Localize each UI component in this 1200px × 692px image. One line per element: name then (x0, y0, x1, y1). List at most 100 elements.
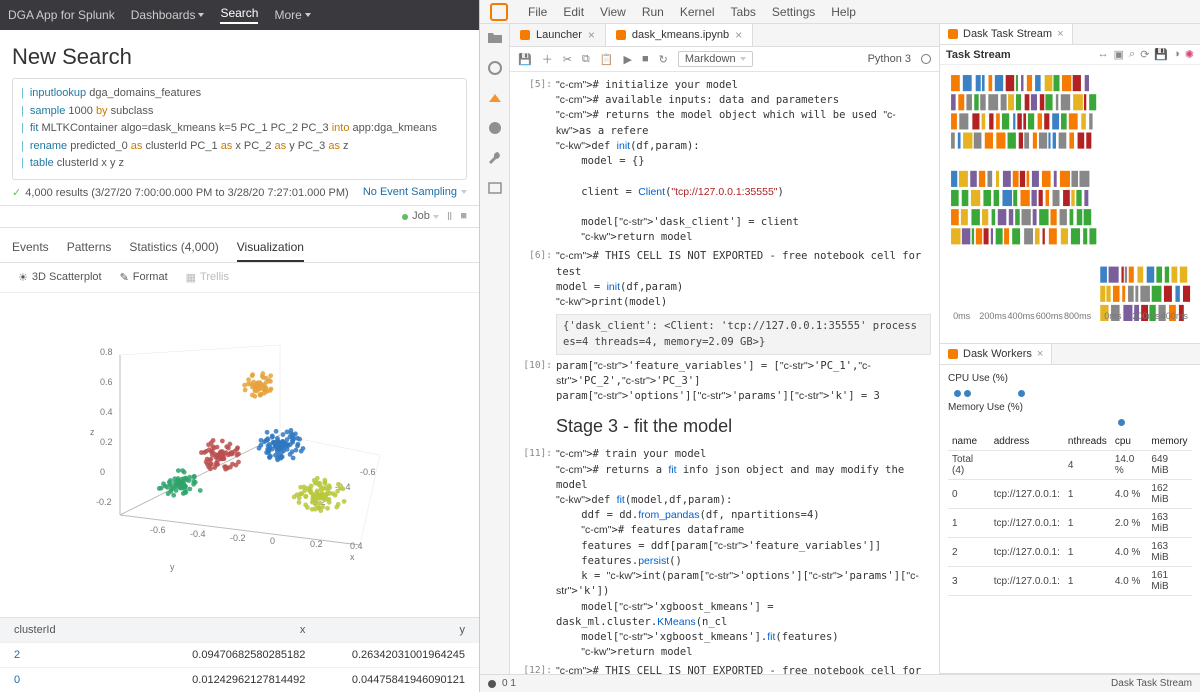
close-icon[interactable]: × (1057, 28, 1063, 40)
pause-icon[interactable]: Ⅱ (447, 210, 452, 223)
code-cell[interactable]: "c-cm"># initialize your model "c-cm"># … (556, 78, 931, 245)
pan-icon[interactable]: ↔ (1098, 48, 1109, 61)
tab-statistics[interactable]: Statistics (4,000) (129, 234, 218, 262)
tab-workers[interactable]: Dask Workers× (940, 344, 1052, 364)
running-icon[interactable] (487, 60, 503, 76)
svg-text:0.4: 0.4 (100, 407, 113, 417)
svg-text:0.4: 0.4 (350, 541, 363, 551)
page-title: New Search (0, 30, 479, 78)
menu-edit[interactable]: Edit (563, 5, 584, 19)
svg-text:400ms: 400ms (1161, 311, 1189, 321)
viz-trellis: ▦ Trellis (186, 271, 229, 284)
tab-notebook[interactable]: dask_kmeans.ipynb× (606, 24, 753, 46)
memory-label: Memory Use (%) (948, 402, 1192, 413)
svg-text:800ms: 800ms (1064, 311, 1092, 321)
results-bar: ✓4,000 results (3/27/20 7:00:00.000 PM t… (0, 180, 479, 206)
menu-tabs[interactable]: Tabs (731, 5, 756, 19)
nav-search[interactable]: Search (220, 6, 258, 24)
celltype-select[interactable]: Markdown (678, 51, 753, 67)
markdown-heading[interactable]: Stage 3 - fit the model (510, 406, 939, 445)
viz-type-select[interactable]: ☀ 3D Scatterplot (18, 271, 102, 284)
chevron-down-icon (461, 190, 467, 194)
table-row[interactable]: 1tcp://127.0.0.1:12.0 %163 MiB (948, 509, 1192, 538)
menu-run[interactable]: Run (642, 5, 664, 19)
cut-icon[interactable]: ✂ (563, 53, 572, 66)
dask-icon[interactable] (487, 90, 503, 106)
notebook-body[interactable]: [5]:"c-cm"># initialize your model "c-cm… (510, 72, 939, 674)
status-dot-icon (402, 214, 408, 220)
output-cell: {'dask_client': <Client: 'tcp://127.0.0.… (556, 314, 931, 354)
folder-icon[interactable] (487, 30, 503, 46)
save-icon[interactable]: 💾 (518, 53, 532, 66)
tab-visualization[interactable]: Visualization (237, 234, 304, 262)
code-cell[interactable]: "c-cm"># THIS CELL IS NOT EXPORTED - fre… (556, 249, 931, 310)
svg-text:-0.4: -0.4 (190, 529, 206, 539)
save-icon[interactable]: 💾 (1154, 48, 1168, 61)
run-icon[interactable]: ▶ (623, 53, 631, 66)
wrench-icon[interactable] (487, 150, 503, 166)
close-icon[interactable]: × (735, 28, 742, 42)
menu-view[interactable]: View (600, 5, 626, 19)
copy-icon[interactable]: ⧉ (582, 53, 590, 66)
wheelzoom-icon[interactable]: ⌕ (1129, 48, 1135, 61)
splunk-panel: DGA App for Splunk Dashboards Search Mor… (0, 0, 480, 692)
menu-file[interactable]: File (528, 5, 547, 19)
jupyter-logo-icon (490, 3, 508, 21)
table-row[interactable]: Total (4)414.0 %649 MiB (948, 451, 1192, 480)
tab-events[interactable]: Events (12, 234, 49, 262)
restart-icon[interactable]: ↻ (659, 53, 668, 66)
stop-icon[interactable]: ■ (642, 53, 649, 65)
tabs-icon[interactable] (487, 180, 503, 196)
tab-task-stream[interactable]: Dask Task Stream× (940, 24, 1073, 44)
chevron-down-icon (198, 13, 204, 17)
search-query-input[interactable]: |inputlookup dga_domains_features |sampl… (12, 78, 467, 180)
menu-help[interactable]: Help (831, 5, 856, 19)
table-row[interactable]: 0tcp://127.0.0.1:14.0 %162 MiB (948, 480, 1192, 509)
code-cell[interactable]: param["c-str">'feature_variables'] = ["c… (556, 359, 931, 405)
table-row[interactable]: 3tcp://127.0.0.1:14.0 %161 MiB (948, 567, 1192, 596)
table-header: clusterId x y (0, 618, 479, 642)
task-stream-plot[interactable]: 0ms 200ms 400ms 600ms 800ms 0ms 200ms 40… (940, 65, 1200, 325)
boxzoom-icon[interactable]: ▣ (1114, 48, 1124, 61)
menu-settings[interactable]: Settings (772, 5, 815, 19)
bokeh-toolbar: ↔ ▣ ⌕ ⟳ 💾 ◑ ✺ (1098, 48, 1194, 61)
close-icon[interactable]: × (588, 28, 595, 42)
activity-bar (480, 24, 510, 674)
notebook-toolbar: 💾 ＋ ✂ ⧉ 📋 ▶ ■ ↻ Markdown Python 3 (510, 47, 939, 72)
cpu-label: CPU Use (%) (948, 373, 1192, 384)
app-name: DGA App for Splunk (8, 8, 115, 22)
results-text: 4,000 results (3/27/20 7:00:00.000 PM to… (25, 187, 349, 199)
table-row[interactable]: 2 0.09470682580285182 0.2634203100196424… (0, 642, 479, 667)
nav-dashboards[interactable]: Dashboards (131, 8, 205, 22)
table-row[interactable]: 2tcp://127.0.0.1:14.0 %163 MiB (948, 538, 1192, 567)
kernel-name[interactable]: Python 3 (868, 53, 911, 65)
svg-text:-0.2: -0.2 (96, 497, 112, 507)
close-icon[interactable]: × (1037, 348, 1043, 360)
code-cell[interactable]: "c-cm"># THIS CELL IS NOT EXPORTED - fre… (556, 664, 931, 674)
svg-text:0.8: 0.8 (100, 347, 113, 357)
svg-text:0.6: 0.6 (100, 377, 113, 387)
paste-icon[interactable]: 📋 (600, 53, 614, 66)
job-dropdown[interactable]: Job (402, 210, 439, 222)
viz-format[interactable]: ✎ Format (120, 271, 168, 284)
notebook-pane: Launcher× dask_kmeans.ipynb× 💾 ＋ ✂ ⧉ 📋 ▶… (510, 24, 940, 674)
svg-text:0ms: 0ms (1104, 311, 1122, 321)
menu-kernel[interactable]: Kernel (680, 5, 715, 19)
scatter3d-chart[interactable]: 0.8 0.6 0.4 0.2 0 -0.2 z x y -0.6 -0.4 -… (0, 293, 479, 617)
nav-more[interactable]: More (274, 8, 310, 22)
tab-launcher[interactable]: Launcher× (510, 24, 606, 46)
palette-icon[interactable] (487, 120, 503, 136)
reset-icon[interactable]: ⟳ (1140, 48, 1149, 61)
col-clusterid[interactable]: clusterId (0, 618, 160, 642)
table-row[interactable]: 0 0.01242962127814492 0.0447584194609012… (0, 667, 479, 692)
code-cell[interactable]: "c-cm"># train your model "c-cm"># retur… (556, 447, 931, 660)
tab-patterns[interactable]: Patterns (67, 234, 112, 262)
job-bar: Job Ⅱ ■ (0, 206, 479, 228)
col-y[interactable]: y (319, 618, 479, 642)
hover-icon[interactable]: ◑ (1173, 48, 1180, 61)
col-x[interactable]: x (160, 618, 320, 642)
stop-icon[interactable]: ■ (460, 210, 467, 222)
sampling-dropdown[interactable]: No Event Sampling (363, 186, 467, 198)
cpu-bar (948, 386, 1192, 400)
add-cell-icon[interactable]: ＋ (542, 51, 553, 67)
